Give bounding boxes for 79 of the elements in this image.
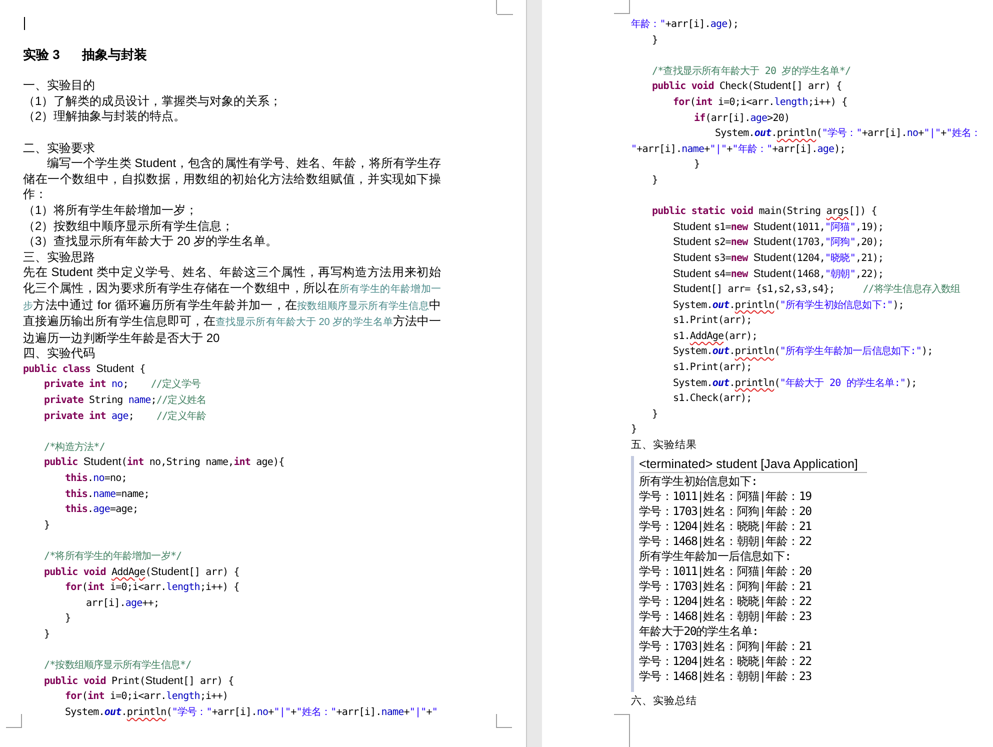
console-header: <terminated> student [Java Application] — [639, 456, 867, 474]
console-line: 所有学生年龄加一后信息如下: — [639, 549, 791, 564]
console-line: 学号：1703|姓名：阿狗|年龄：21 — [639, 639, 812, 654]
code-line: System.out.println("学号："+arr[i].no+"|"+"姓名："+arr[i].name+"|"+" — [65, 706, 438, 720]
code-line: s1.AddAge(arr); — [673, 330, 758, 344]
section-heading: 六、实验总结 — [631, 694, 697, 710]
console-line: 学号：1468|姓名：朝朝|年龄：23 — [639, 669, 812, 684]
console-line: 学号：1204|姓名：晓晓|年龄：22 — [639, 654, 812, 670]
code-line: public class Student { — [23, 362, 146, 377]
console-line: 所有学生初始信息如下: — [639, 474, 758, 490]
console-line: 学号：1703|姓名：阿狗|年龄：20 — [639, 504, 812, 520]
console-line: 学号：1011|姓名：阿猫|年龄：20 — [639, 564, 812, 580]
body-text: 一、实验目的 — [23, 78, 95, 94]
console-line: 学号：1468|姓名：朝朝|年龄：22 — [639, 534, 812, 550]
crop-mark — [496, 714, 512, 728]
code-line: private String name;//定义姓名 — [44, 394, 206, 408]
code-line: } — [65, 612, 71, 626]
body-text: （1）了解类的成员设计，掌握类与对象的关系； — [23, 94, 282, 110]
code-line: if(arr[i].age>20) — [694, 112, 790, 126]
code-line: /*按数组顺序显示所有学生信息*/ — [44, 658, 192, 674]
experiment-number: 实验 3 — [23, 46, 60, 64]
code-line: this.name=name; — [65, 488, 150, 502]
code-line: s1.Print(arr); — [673, 361, 752, 376]
body-text: 二、实验要求 — [23, 140, 95, 156]
code-line: } — [44, 518, 50, 533]
code-line: arr[i].age++; — [86, 596, 160, 611]
paragraph: 先在 Student 类中定义学号、姓名、年龄这三个属性，再写构造方法用来初始化三个属性，因为要求所有学生存储在一个数组中，所以在所有学生的年龄增加一步方法中通过 for 循环遍历所有学生年龄并加一，在按数组顺序显示所有学生信息中直接遍历输出所有学生信息即可，在查找显示所有年龄大于 20 岁的学生名单方法中一边遍历一边判断学生年龄是否大于 20 — [23, 265, 441, 346]
code-line: private int no; //定义学号 — [44, 378, 200, 392]
console-line: 年龄大于20的学生名单: — [639, 624, 758, 640]
console-line: 学号：1204|姓名：晓晓|年龄：21 — [639, 519, 812, 534]
code-line: /*将所有学生的年龄增加一岁*/ — [44, 550, 182, 564]
code-line: public void Check(Student[] arr) { — [652, 79, 842, 94]
code-line: public void Print(Student[] arr) { — [44, 674, 234, 689]
code-line: } — [652, 34, 658, 48]
code-line: private int age; //定义年龄 — [44, 410, 206, 424]
section-heading: 五、实验结果 — [631, 438, 697, 454]
body-text: 三、实验思路 — [23, 250, 95, 266]
code-line: Student[] arr= {s1,s2,s3,s4}; //将学生信息存入数组 — [673, 282, 960, 298]
code-line: for(int i=0;i<arr.length;i++) { — [673, 96, 848, 110]
code-line: } — [631, 423, 637, 438]
code-line: } — [44, 628, 50, 642]
code-line: Student s3=new Student(1204,"晓晓",21); — [673, 250, 884, 266]
code-line: } — [652, 174, 658, 188]
code-line: System.out.println("所有学生年龄加一后信息如下:"); — [673, 344, 933, 360]
code-line: 年龄："+arr[i].age); — [631, 18, 739, 32]
code-line: System.out.println("年龄大于 20 的学生名单:"); — [673, 376, 917, 391]
console-line: 学号：1703|姓名：阿狗|年龄：21 — [639, 579, 812, 594]
code-line: this.age=age; — [65, 502, 138, 518]
code-line: Student s1=new Student(1011,"阿猫",19); — [673, 220, 884, 235]
body-text: （1）将所有学生年龄增加一岁； — [23, 202, 198, 219]
body-text: （2）按数组中顺序显示所有学生信息； — [23, 218, 234, 234]
code-line: /*查找显示所有年龄大于 20 岁的学生名单*/ — [652, 64, 851, 79]
code-line: public Student(int no,String name,int age){ — [44, 455, 284, 470]
console-line: 学号：1011|姓名：阿猫|年龄：19 — [639, 489, 812, 504]
code-line: System.out.println("学号："+arr[i].no+"|"+"姓名： — [715, 127, 981, 142]
code-line: for(int i=0;i<arr.length;i++) — [65, 690, 228, 704]
body-text: （3）查找显示所有年龄大于 20 岁的学生名单。 — [23, 234, 278, 250]
code-line: } — [694, 158, 700, 172]
experiment-title: 抽象与封装 — [82, 46, 147, 64]
code-line: /*构造方法*/ — [44, 440, 105, 455]
code-line: public void AddAge(Student[] arr) { — [44, 564, 240, 580]
body-text: （2）理解抽象与封装的特点。 — [23, 109, 186, 125]
console-line: 学号：1204|姓名：晓晓|年龄：22 — [639, 594, 812, 610]
paragraph: 编写一个学生类 Student，包含的属性有学号、姓名、年龄，将所有学生存储在一个数组中，自拟数据，用数组的初始化方法给数组赋值，并实现如下操作： — [23, 156, 441, 203]
code-line: s1.Print(arr); — [673, 314, 752, 328]
code-line: s1.Check(arr); — [673, 392, 752, 406]
code-line: this.no=no; — [65, 472, 127, 486]
code-line: System.out.println("所有学生初始信息如下:"); — [673, 298, 904, 313]
code-line: for(int i=0;i<arr.length;i++) { — [65, 580, 240, 596]
code-line: } — [652, 408, 658, 422]
code-line: public static void main(String args[]) { — [652, 204, 877, 220]
code-line: "+arr[i].name+"|"+"年龄："+arr[i].age); — [631, 142, 846, 157]
crop-mark — [6, 714, 22, 728]
crop-mark — [614, 714, 630, 747]
console-line: 学号：1468|姓名：朝朝|年龄：23 — [639, 609, 812, 624]
code-line: Student s4=new Student(1468,"朝朝",22); — [673, 266, 884, 282]
body-text: 四、实验代码 — [23, 346, 95, 362]
crop-mark — [614, 0, 630, 14]
code-line: Student s2=new Student(1703,"阿狗",20); — [673, 235, 884, 250]
